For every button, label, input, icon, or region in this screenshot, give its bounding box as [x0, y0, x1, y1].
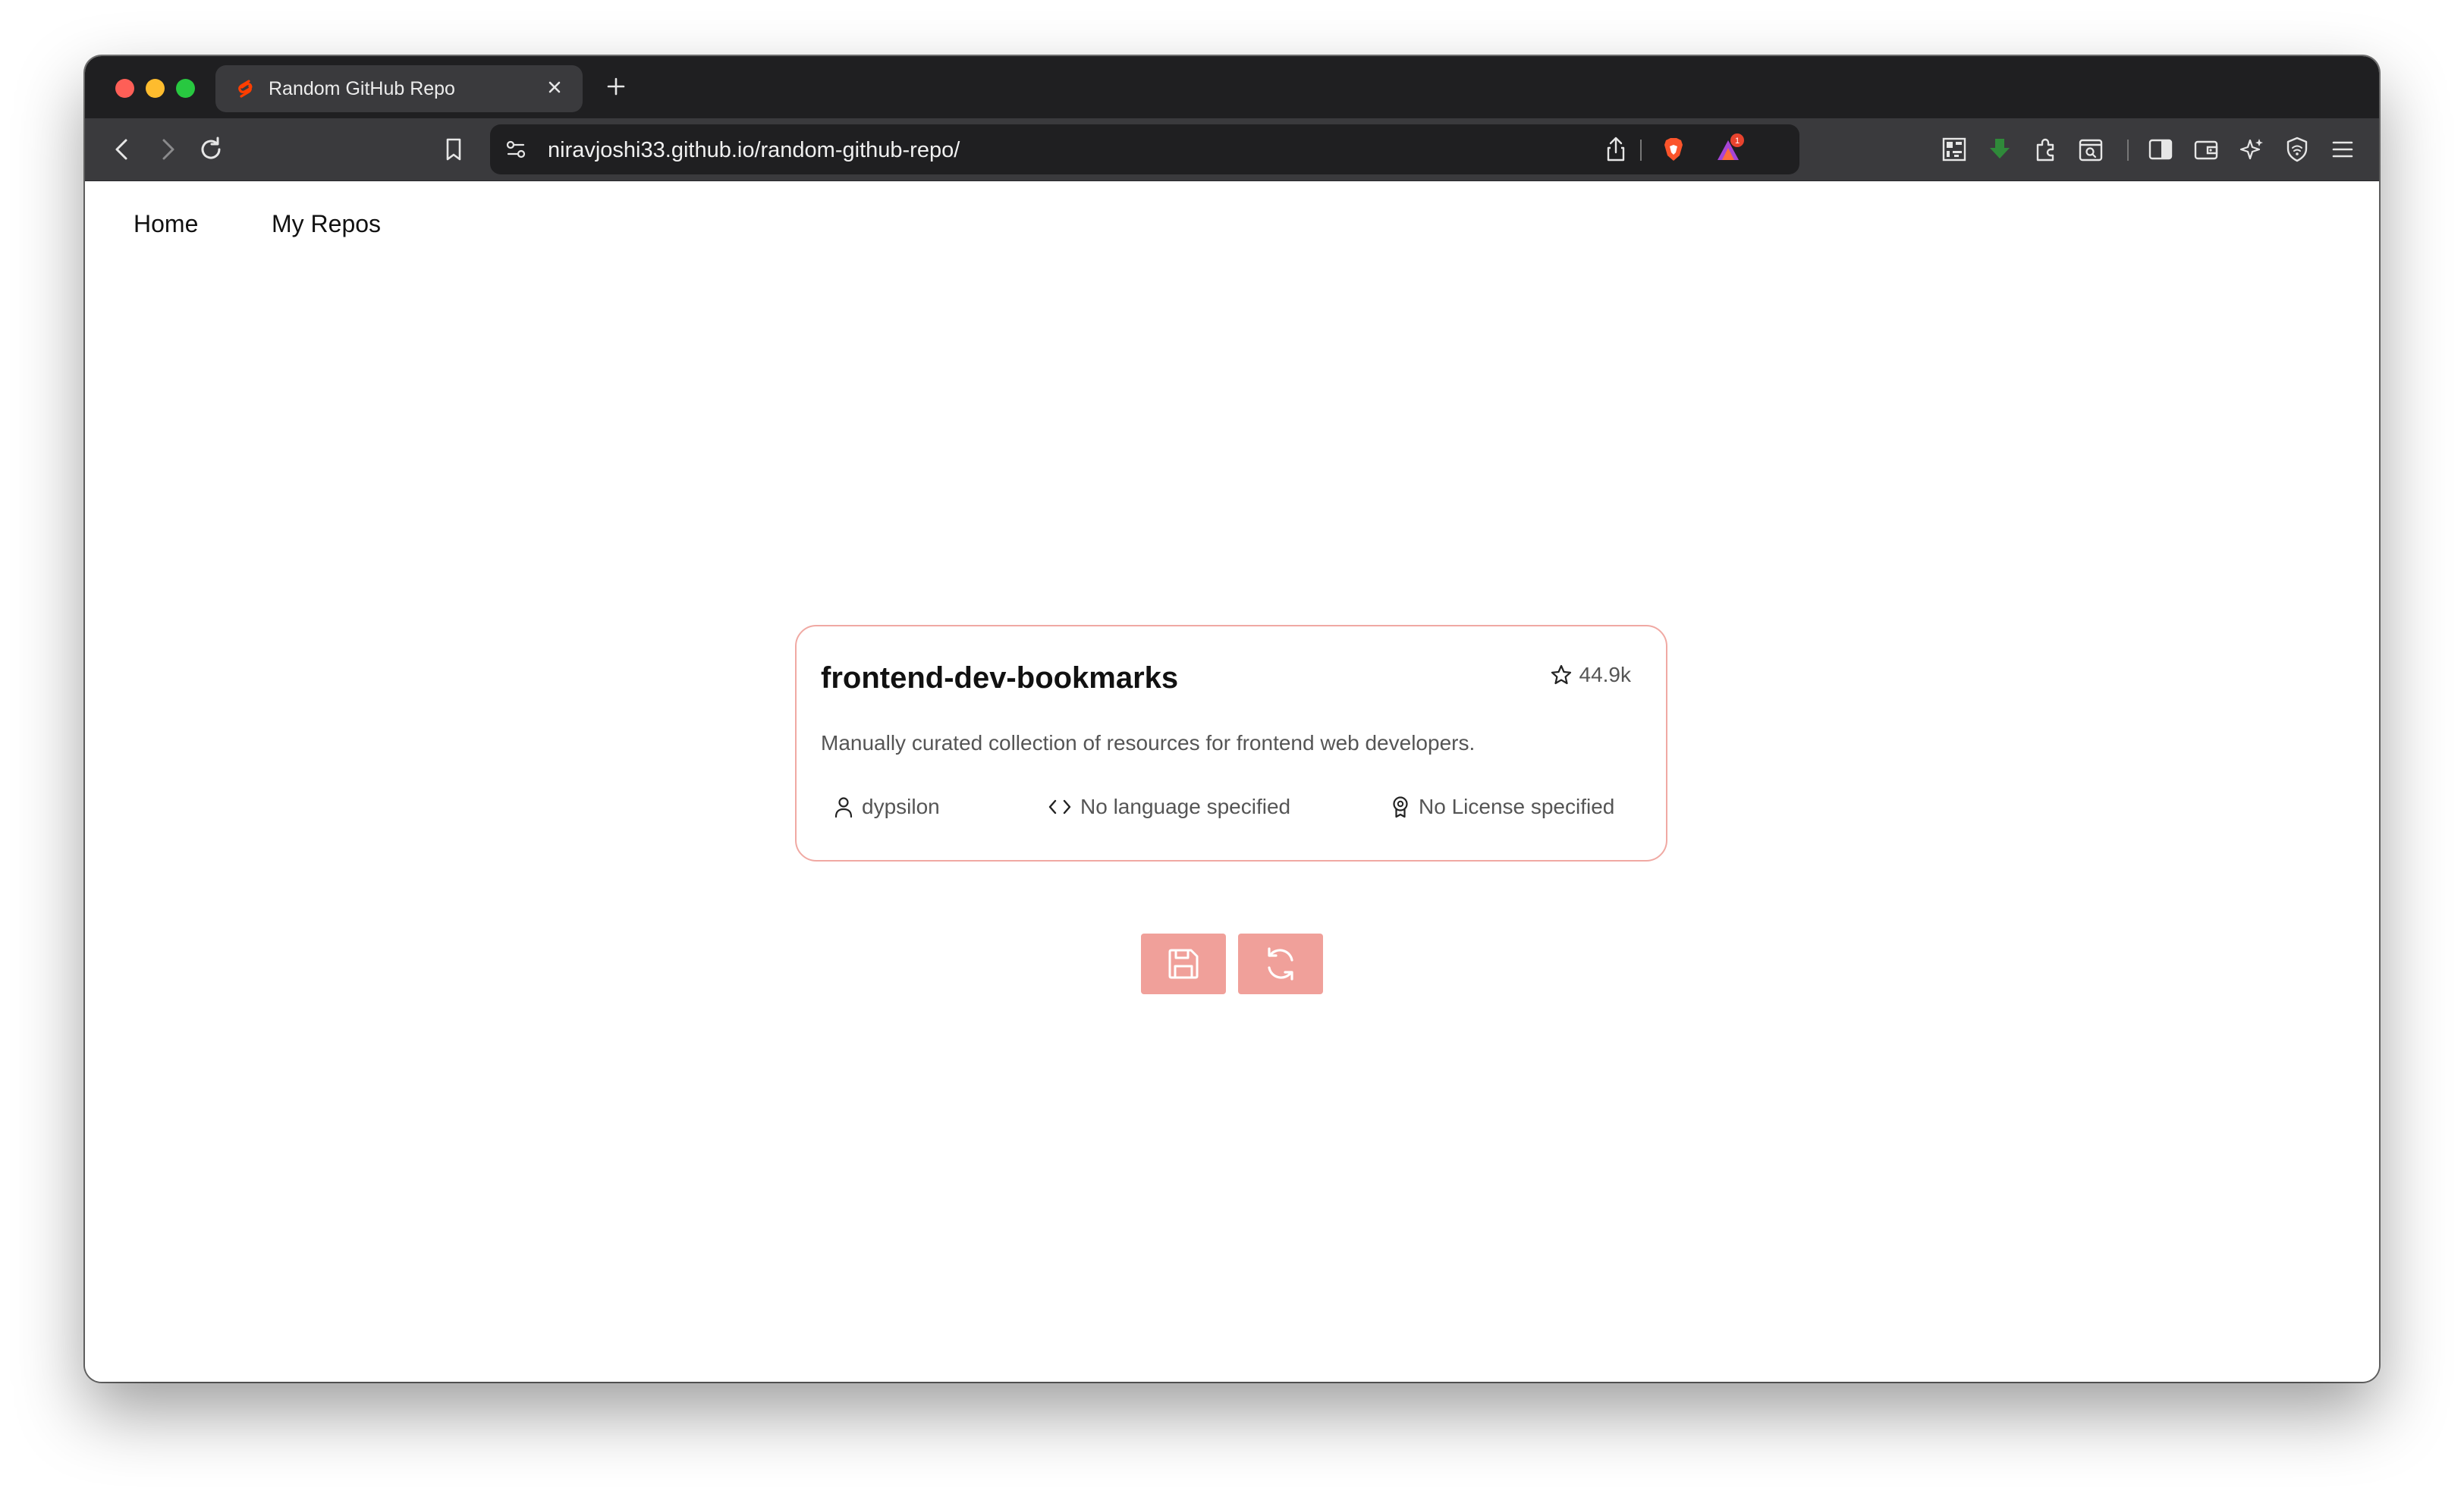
address-bar[interactable]: niravjoshi33.github.io/random-github-rep…: [490, 124, 1799, 174]
nav-home-link[interactable]: Home: [134, 210, 198, 238]
back-icon[interactable]: [108, 134, 138, 165]
browser-toolbar: niravjoshi33.github.io/random-github-rep…: [85, 118, 2379, 181]
bookmark-icon[interactable]: [438, 134, 469, 165]
save-icon: [1168, 949, 1199, 979]
repo-card: frontend-dev-bookmarks 44.9k Manually cu…: [795, 625, 1667, 862]
reader-mode-icon[interactable]: [2076, 134, 2106, 165]
owner-name[interactable]: dypsilon: [862, 795, 940, 819]
star-count: 44.9k: [1579, 663, 1632, 686]
browser-window: Random GitHub Repo niravjoshi33.github.i…: [85, 56, 2379, 1382]
repo-name[interactable]: frontend-dev-bookmarks: [821, 661, 1178, 695]
reload-icon[interactable]: [196, 134, 226, 165]
nav-my-repos-link[interactable]: My Repos: [272, 210, 381, 238]
download-icon[interactable]: [1985, 134, 2015, 165]
save-button[interactable]: [1141, 934, 1226, 994]
share-icon[interactable]: [1601, 134, 1631, 165]
qr-code-icon[interactable]: [1939, 134, 1969, 165]
wallet-icon[interactable]: [2191, 134, 2221, 165]
url-separator: [1640, 140, 1642, 161]
tab-title: Random GitHub Repo: [269, 78, 455, 99]
extensions-icon[interactable]: [2030, 134, 2060, 165]
close-tab-icon[interactable]: [543, 76, 566, 99]
license-badge-icon: [1393, 796, 1408, 818]
menu-icon[interactable]: [2327, 134, 2358, 165]
refresh-button[interactable]: [1238, 934, 1323, 994]
brave-shields-icon[interactable]: [1658, 134, 1689, 165]
repo-description: Manually curated collection of resources…: [821, 731, 1476, 755]
url-text[interactable]: niravjoshi33.github.io/random-github-rep…: [548, 138, 960, 163]
license-text: No License specified: [1419, 795, 1615, 818]
zoom-window-button[interactable]: [176, 79, 195, 98]
minimize-window-button[interactable]: [146, 79, 165, 98]
svelte-icon: [238, 80, 253, 98]
refresh-icon: [1268, 947, 1293, 981]
site-settings-icon[interactable]: [501, 134, 531, 165]
user-icon: [834, 797, 853, 818]
repo-owner: dypsilon: [833, 795, 940, 819]
rewards-badge-count: 1: [1735, 137, 1740, 146]
close-window-button[interactable]: [115, 79, 134, 98]
repo-stars: 44.9k: [1549, 663, 1632, 687]
repo-language: No language specified: [1047, 795, 1290, 819]
vpn-shield-icon[interactable]: [2282, 134, 2312, 165]
new-tab-icon[interactable]: [602, 73, 630, 100]
tab-strip: Random GitHub Repo: [85, 56, 2379, 118]
star-icon: [1551, 664, 1571, 685]
code-icon: [1048, 799, 1071, 814]
brave-rewards-icon[interactable]: 1: [1711, 131, 1748, 168]
browser-tab[interactable]: Random GitHub Repo: [215, 65, 583, 112]
language-text: No language specified: [1080, 795, 1291, 818]
sidebar-toggle-icon[interactable]: [2145, 134, 2176, 165]
page-content: Home My Repos frontend-dev-bookmarks 44.…: [85, 181, 2379, 1382]
repo-license: No License specified: [1390, 795, 1614, 819]
forward-icon[interactable]: [152, 134, 182, 165]
toolbar-separator: [2127, 140, 2129, 161]
leo-ai-icon[interactable]: [2236, 134, 2267, 165]
